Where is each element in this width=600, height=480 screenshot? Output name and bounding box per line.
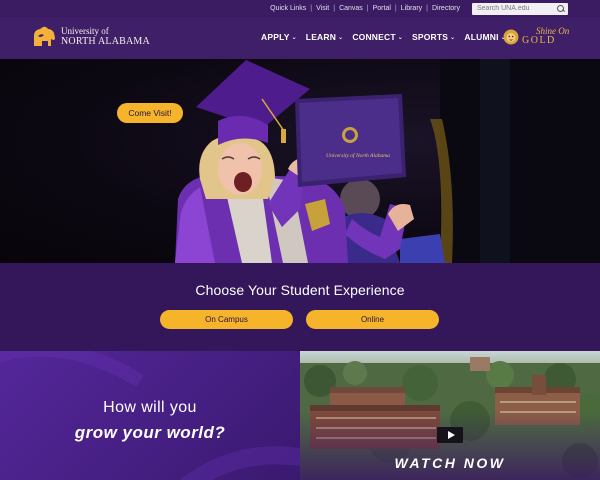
una-logo[interactable]: University of NORTH ALABAMA [32, 26, 150, 47]
search-input[interactable] [477, 5, 553, 12]
grow-line-2: grow your world? [74, 423, 226, 442]
choose-experience-section: Choose Your Student Experience On Campus… [0, 263, 600, 351]
chevron-down-icon: ⌄ [397, 34, 403, 41]
choose-heading: Choose Your Student Experience [195, 282, 405, 298]
nav-connect-label: CONNECT [352, 32, 396, 42]
utility-bar: Quick Links | Visit | Canvas | Portal | Libr… [0, 0, 600, 17]
nav-sports[interactable]: SPORTS ⌄ [412, 32, 455, 42]
shine-wordmark: Shine On GOLD [522, 27, 569, 46]
utility-links: Quick Links | Visit | Canvas | Portal | Libr… [266, 5, 464, 12]
nav-alumni[interactable]: ALUMNI ⌄ [464, 32, 505, 42]
library-link[interactable]: Library [397, 5, 426, 12]
main-navigation: University of NORTH ALABAMA APPLY ⌄ LEARN… [0, 17, 600, 59]
directory-link[interactable]: Directory [428, 5, 464, 12]
play-icon [447, 431, 455, 439]
visit-link[interactable]: Visit [312, 5, 333, 12]
shine-on-gold-logo[interactable]: Shine On GOLD [503, 27, 569, 46]
on-campus-button[interactable]: On Campus [160, 310, 293, 329]
brand-line-1: University of [61, 25, 109, 36]
nav-apply-label: APPLY [261, 32, 290, 42]
watch-now-link[interactable]: WATCH NOW [300, 455, 600, 471]
come-visit-button[interactable]: Come Visit! [117, 103, 183, 123]
canvas-link[interactable]: Canvas [335, 5, 367, 12]
hero-graduation-photo: University of North Alabama [0, 59, 600, 263]
search-box [472, 2, 568, 15]
shine-line-2: GOLD [522, 35, 556, 46]
chevron-down-icon: ⌄ [291, 34, 297, 41]
diploma-text: University of North Alabama [326, 152, 390, 159]
grow-line-1: How will you [103, 399, 197, 416]
chevron-down-icon: ⌄ [450, 34, 456, 41]
nav-apply[interactable]: APPLY ⌄ [261, 32, 297, 42]
play-video-button[interactable] [437, 427, 463, 443]
lion-head-icon [503, 29, 519, 44]
nav-sports-label: SPORTS [411, 32, 449, 42]
nav-learn-label: LEARN [305, 32, 337, 42]
online-button[interactable]: Online [306, 310, 439, 329]
brand-line-2: NORTH ALABAMA [61, 35, 150, 47]
nav-connect[interactable]: CONNECT ⌄ [352, 32, 403, 42]
lion-logo-icon [34, 26, 55, 46]
graduate-illustration: University of North Alabama [175, 59, 600, 263]
nav-alumni-label: ALUMNI [464, 32, 499, 42]
search-icon[interactable] [557, 4, 565, 13]
nav-menu: APPLY ⌄ LEARN ⌄ CONNECT ⌄ SPORTS ⌄ ALUMNI ⌄ [261, 32, 506, 42]
quick-links-link[interactable]: Quick Links [266, 5, 310, 12]
grow-your-world-panel: How will you grow your world? [0, 351, 300, 480]
brand-wordmark: University of NORTH ALABAMA [61, 25, 150, 47]
chevron-down-icon: ⌄ [338, 34, 344, 41]
nav-learn[interactable]: LEARN ⌄ [306, 32, 344, 42]
portal-link[interactable]: Portal [369, 5, 395, 12]
